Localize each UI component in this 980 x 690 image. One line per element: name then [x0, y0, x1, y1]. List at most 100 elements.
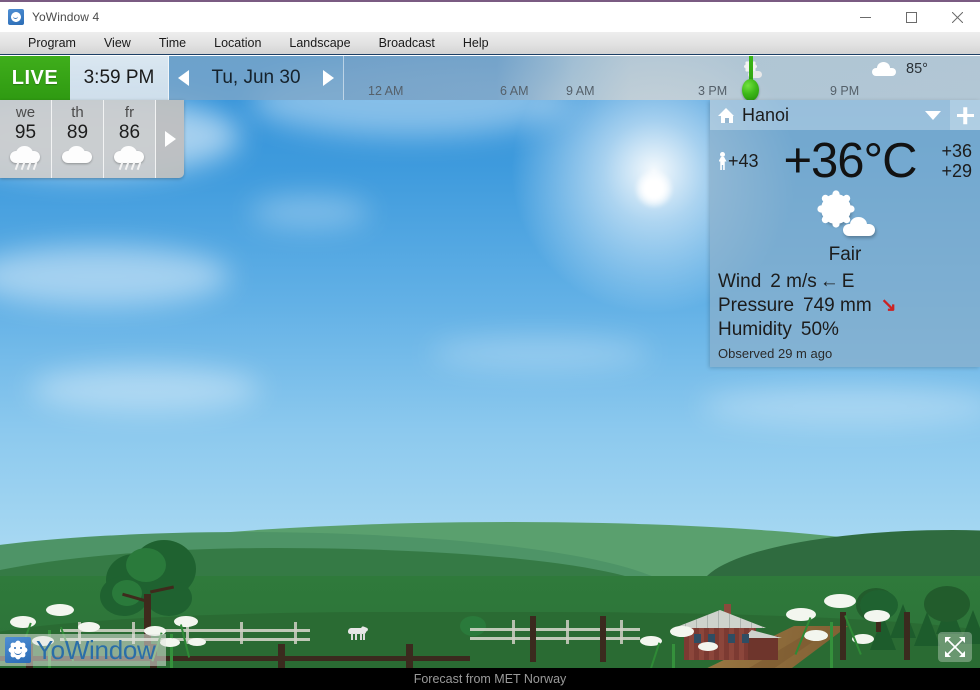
forecast-day-card[interactable]: we 95 [0, 100, 52, 178]
hour-label: 9 AM [566, 84, 595, 98]
observed-time: Observed 29 m ago [718, 346, 833, 361]
close-button[interactable] [934, 2, 980, 32]
humidity-label: Humidity [718, 319, 792, 340]
close-icon [951, 11, 963, 23]
humidity-value: 50% [800, 319, 839, 340]
rain-icon [8, 146, 44, 172]
forecast-day-card[interactable]: th 89 [52, 100, 104, 178]
wind-direction: E [841, 271, 855, 292]
fence-post [566, 620, 569, 644]
hour-scale[interactable]: 12 AM 6 AM 9 AM 3 PM 9 PM 85° [344, 56, 980, 100]
maximize-button[interactable] [888, 2, 934, 32]
plant-stem [649, 642, 661, 670]
flower-umbel [78, 622, 100, 632]
date-navigator: Tu, Jun 30 [169, 56, 344, 100]
chevron-down-icon [925, 110, 941, 120]
yowindow-logo[interactable]: YoWindow [0, 634, 166, 666]
grazing-horse [348, 625, 369, 640]
maximize-icon [905, 11, 917, 23]
rain-icon [112, 146, 148, 172]
fence-post [294, 622, 297, 644]
menu-item-broadcast[interactable]: Broadcast [365, 32, 449, 54]
day-temp: 95 [14, 122, 37, 143]
cloud-wisp [700, 386, 980, 426]
day-name: fr [124, 104, 135, 121]
barn-window [742, 634, 749, 643]
menu-item-help[interactable]: Help [449, 32, 503, 54]
timeline-temp: 85° [906, 61, 928, 77]
hour-label: 9 PM [830, 84, 860, 98]
day-name: th [71, 104, 84, 121]
minimize-icon [859, 16, 871, 18]
home-icon [718, 107, 735, 123]
fullscreen-button[interactable] [938, 632, 972, 662]
horse-leg [363, 633, 365, 640]
fullscreen-expand-icon [945, 637, 965, 657]
chevron-right-icon[interactable] [323, 70, 334, 86]
status-bar: Forecast from MET Norway [0, 668, 980, 690]
tree-foliage-light [126, 548, 166, 582]
sun-behind-cloud-icon [805, 188, 885, 244]
hour-label: 12 AM [368, 84, 404, 98]
horse-leg [360, 633, 362, 640]
fence-post-front [530, 616, 536, 662]
forecast-source: Forecast from MET Norway [413, 672, 567, 686]
temperature-row: +43 +36°C +36 +29 [710, 130, 980, 188]
forecast-next-button[interactable] [156, 100, 184, 178]
menu-item-view[interactable]: View [90, 32, 145, 54]
forecast-day-card[interactable]: fr 86 [104, 100, 156, 178]
high-temp: +36 [941, 141, 972, 161]
menu-item-landscape[interactable]: Landscape [275, 32, 364, 54]
weather-panel-header: Hanoi [710, 100, 980, 130]
window-controls [842, 2, 980, 32]
pressure-row: Pressure 749 mm ↘ [718, 294, 980, 318]
flower-umbel [698, 642, 718, 651]
horse-leg [355, 633, 357, 640]
current-time: 3:59 PM [70, 56, 169, 100]
weather-panel-actions [916, 100, 980, 130]
menu-item-time[interactable]: Time [145, 32, 200, 54]
flower-umbel [174, 616, 198, 627]
menu-item-program[interactable]: Program [14, 32, 90, 54]
fence-post [240, 622, 243, 644]
person-icon [718, 151, 727, 171]
cloud-wisp [250, 196, 370, 228]
wind-label: Wind [718, 271, 762, 292]
fence-post-front [600, 616, 606, 662]
day-temp: 89 [66, 122, 89, 143]
day-name: we [15, 104, 36, 121]
condition-text: Fair [828, 244, 862, 265]
condition-block: Fair [710, 188, 980, 270]
fence-rail [470, 637, 640, 640]
fence-post [512, 620, 515, 644]
current-date: Tu, Jun 30 [211, 67, 301, 88]
wind-value: 2 m/s [770, 271, 817, 292]
tree-foliage [460, 616, 486, 636]
flower-umbel [804, 630, 828, 641]
feels-like: +43 [718, 151, 759, 172]
sun-glow [636, 171, 672, 207]
add-location-button[interactable] [950, 100, 980, 130]
flower-umbel [46, 604, 74, 616]
pressure-value: 749 mm [803, 295, 872, 316]
yowindow-sun-icon [8, 9, 24, 25]
location-dropdown-button[interactable] [916, 100, 950, 130]
current-temperature: +36°C [783, 134, 917, 188]
day-temp: 86 [118, 122, 141, 143]
live-button[interactable]: LIVE [0, 56, 70, 100]
now-indicator-handle[interactable] [742, 79, 759, 100]
window-title: YoWindow 4 [32, 10, 100, 24]
hour-label: 3 PM [698, 84, 728, 98]
cloud-icon [872, 62, 896, 76]
city-name: Hanoi [742, 104, 790, 125]
logo-text: YoWindow [36, 634, 156, 665]
menu-bar: Program View Time Location Landscape Bro… [0, 32, 980, 55]
chevron-left-icon[interactable] [178, 70, 189, 86]
menu-item-location[interactable]: Location [200, 32, 275, 54]
timeline-bar: LIVE 3:59 PM Tu, Jun 30 12 AM 6 AM 9 AM … [0, 56, 980, 100]
arrow-down-red-icon: ↘ [880, 295, 897, 316]
weather-details: Wind 2 m/s ← E Pressure 749 mm ↘ Humidit… [710, 270, 980, 344]
high-low-temps: +36 +29 [941, 141, 972, 181]
minimize-button[interactable] [842, 2, 888, 32]
humidity-row: Humidity 50% [718, 318, 980, 342]
